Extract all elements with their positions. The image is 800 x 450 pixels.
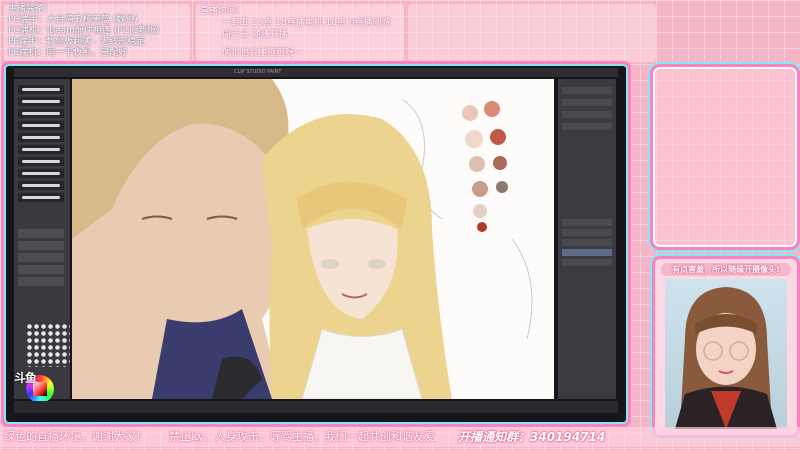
- brush-size-grid[interactable]: [26, 323, 70, 367]
- brush-item[interactable]: [18, 193, 64, 202]
- top-right-decor-panel: [408, 4, 656, 62]
- douyu-logo: 斗鱼: [14, 371, 37, 385]
- brush-item[interactable]: [18, 97, 64, 106]
- illustration-artwork: [72, 79, 533, 399]
- brush-item[interactable]: [18, 181, 64, 190]
- qq-group-number: 340194714: [530, 430, 606, 444]
- sketch-line: [511, 238, 533, 340]
- equipment-title: 主播装备：: [8, 4, 54, 14]
- panel-row[interactable]: [562, 111, 612, 118]
- tool-property-row[interactable]: [18, 265, 64, 274]
- equipment-info-panel: 主播装备： PC端手：大台湾五核美蓝 (数位) PC端机：Ibeam配件相连 (…: [4, 4, 190, 62]
- female-figure-dress: [301, 328, 423, 399]
- software-title-bar: CLIP STUDIO PAINT: [14, 68, 618, 77]
- brush-preview: [22, 160, 60, 163]
- brush-item[interactable]: [18, 169, 64, 178]
- tool-property-row[interactable]: [18, 241, 64, 250]
- brush-preview: [22, 88, 60, 91]
- schedule-line: 周六日 随缘开播: [222, 30, 288, 40]
- brush-preview: [22, 136, 60, 139]
- female-eye-right: [368, 259, 386, 269]
- schedule-title: 直播时间：: [200, 6, 246, 16]
- palette-swatch: [477, 222, 487, 232]
- brush-preview: [22, 100, 60, 103]
- software-status-bar: [14, 401, 618, 413]
- qq-group-notice: 开播通知群：340194714: [458, 430, 605, 444]
- ticker-message: 绿色的直播环境，谢谢大家！ 禁止ky、人身攻击、辱骂主播，我们一起共创和谐友爱: [4, 430, 435, 443]
- equipment-line: PC端机：Ibeam配件相连 (PCIC新版): [8, 26, 160, 36]
- brush-item[interactable]: [18, 133, 64, 142]
- layer-row[interactable]: [562, 219, 612, 226]
- software-title: CLIP STUDIO PAINT: [234, 69, 282, 75]
- brush-item[interactable]: [18, 121, 64, 130]
- layer-row-selected[interactable]: [562, 249, 612, 256]
- tool-property-row[interactable]: [18, 277, 64, 286]
- brush-item[interactable]: [18, 145, 64, 154]
- layer-row[interactable]: [562, 229, 612, 236]
- webcam-banner: 有点害羞，所以随缘开摄像头!: [661, 263, 791, 276]
- palette-swatch: [462, 105, 478, 121]
- panel-row[interactable]: [562, 87, 612, 94]
- palette-swatch: [465, 130, 483, 148]
- brush-preview: [22, 184, 60, 187]
- palette-swatch: [473, 204, 487, 218]
- equipment-line: PC端手：大台湾五核美蓝 (数位): [8, 15, 138, 25]
- tool-property-row[interactable]: [18, 253, 64, 262]
- equipment-line: PE端机：同一平板系，已配好: [8, 48, 128, 58]
- brush-item[interactable]: [18, 85, 64, 94]
- brush-preview: [22, 124, 60, 127]
- webcam-feed: [665, 279, 787, 429]
- panel-row[interactable]: [562, 99, 612, 106]
- palette-swatch: [472, 181, 488, 197]
- right-decor-frame: [650, 64, 800, 250]
- stream-screen-frame: CLIP STUDIO PAINT 斗鱼: [6, 66, 626, 422]
- palette-swatch: [496, 181, 508, 193]
- brush-item[interactable]: [18, 157, 64, 166]
- layer-row[interactable]: [562, 239, 612, 246]
- female-eye-left: [321, 259, 339, 269]
- tool-property-row[interactable]: [18, 229, 64, 238]
- layer-row[interactable]: [562, 259, 612, 266]
- palette-swatch: [493, 156, 507, 170]
- brush-tool-panel[interactable]: [14, 79, 70, 403]
- brush-preview: [22, 196, 60, 199]
- drawing-canvas[interactable]: [72, 79, 554, 399]
- webcam-frame: 有点害羞，所以随缘开摄像头!: [652, 256, 800, 438]
- palette-swatch: [469, 156, 485, 172]
- bottom-ticker: 绿色的直播环境，谢谢大家！ 禁止ky、人身攻击、辱骂主播，我们一起共创和谐友爱 …: [0, 427, 800, 447]
- schedule-info-panel: 直播时间： 一到五 15点 18点播单机 10点 0点播网游 周六日 随缘开播 …: [196, 4, 404, 62]
- palette-swatch: [484, 101, 500, 117]
- brush-item[interactable]: [18, 109, 64, 118]
- schedule-line: 一到五 15点 18点播单机 10点 0点播网游: [222, 18, 391, 28]
- streamer-portrait: [675, 287, 777, 429]
- brush-preview: [22, 148, 60, 151]
- equipment-line: PE端手：数位板超薄 - 无线形稳定: [8, 37, 146, 47]
- brush-preview: [22, 172, 60, 175]
- layer-panel[interactable]: [558, 79, 616, 399]
- panel-row[interactable]: [562, 123, 612, 130]
- qq-group-label: 开播通知群：: [458, 430, 531, 444]
- brush-preview: [22, 112, 60, 115]
- schedule-line: 偶尔也会播画画呀~: [222, 48, 302, 58]
- palette-swatch: [490, 129, 506, 145]
